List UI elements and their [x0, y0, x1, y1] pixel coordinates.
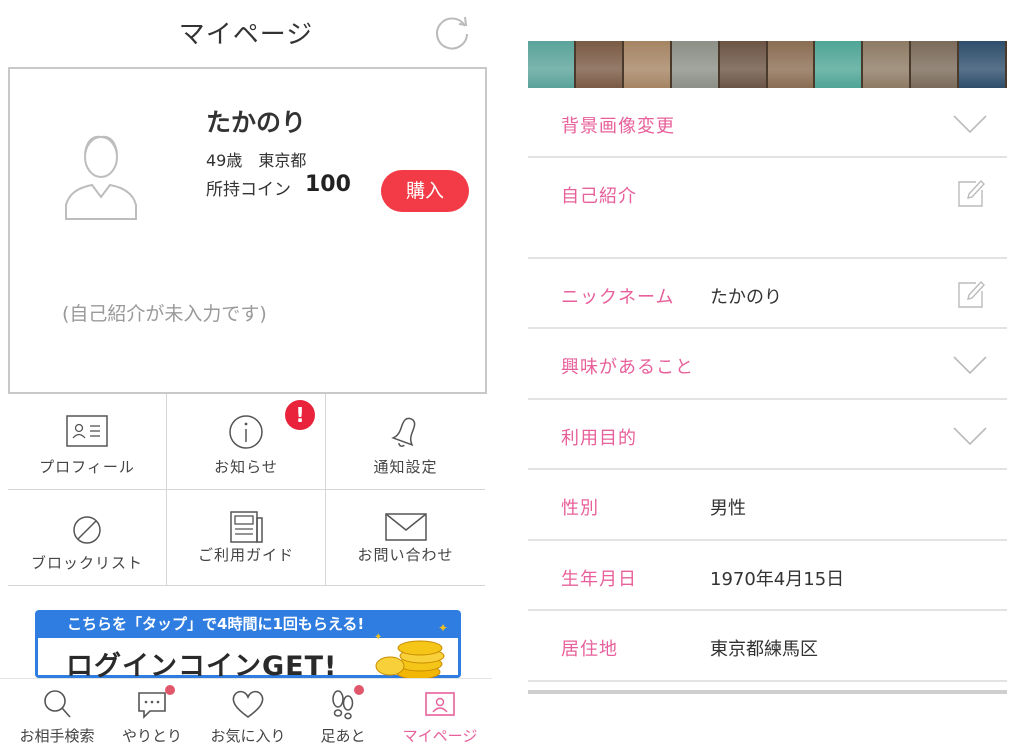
tab-label: やりとり: [121, 727, 182, 745]
profile-card: たかのり 49歳 東京都 所持コイン 100 購入 (自己紹介が未入力です): [8, 67, 487, 392]
banner-main-text: ログインコインGET!: [66, 651, 338, 678]
edit-icon[interactable]: [956, 178, 986, 208]
svg-text:✦: ✦: [438, 621, 448, 635]
tab-mypage[interactable]: マイページ: [391, 679, 489, 752]
row-gender: 性別 男性: [528, 470, 1007, 541]
chevron-down-icon[interactable]: [952, 424, 988, 448]
row-self-intro[interactable]: 自己紹介: [528, 158, 1007, 259]
age-area: 49歳 東京都: [206, 151, 307, 170]
coin-label: 所持コイン: [206, 180, 291, 200]
wood-plank: [767, 41, 816, 88]
row-background-image[interactable]: 背景画像変更: [528, 88, 1007, 158]
tab-footprints[interactable]: 足あと: [294, 679, 392, 752]
menu-grid: プロフィール ! お知らせ 通知設定 ブロックリスト ご利用ガイド お問い合わせ: [8, 392, 487, 586]
row-birthday: 生年月日 1970年4月15日: [528, 541, 1007, 611]
tab-label: マイページ: [402, 727, 478, 745]
tab-favorites[interactable]: お気に入り: [199, 679, 297, 752]
notification-dot: [354, 685, 364, 695]
wood-plank: [575, 41, 624, 88]
row-value: 東京都練馬区: [710, 639, 818, 660]
row-label: 背景画像変更: [561, 116, 675, 137]
row-label: 居住地: [561, 639, 618, 660]
chevron-down-icon[interactable]: [952, 112, 988, 136]
menu-label: プロフィール: [39, 458, 135, 476]
coin-stack-icon: ✦ ✦: [374, 621, 448, 678]
row-label: 生年月日: [561, 569, 637, 590]
wood-plank: [719, 41, 768, 88]
mypage-screen: マイページ たかのり 49歳 東京都 所持コイン 100 購入 (自己紹介が未入…: [0, 0, 492, 752]
row-value: たかのり: [710, 287, 782, 308]
row-value: 1970年4月15日: [710, 569, 845, 590]
edit-icon[interactable]: [956, 279, 986, 309]
menu-label: お知らせ: [214, 458, 278, 476]
profile-card-icon: [66, 415, 108, 447]
menu-label: ブロックリスト: [30, 554, 143, 572]
mypage-icon: [425, 692, 455, 716]
menu-label: お問い合わせ: [357, 546, 454, 564]
banner-main: ログインコインGET! ✦ ✦: [35, 621, 461, 678]
coin-value: 100: [305, 172, 351, 197]
row-label: 自己紹介: [561, 186, 637, 207]
guide-icon: [230, 511, 263, 543]
wood-plank: [815, 41, 864, 88]
bottom-tab-bar: お相手検索 やりとり お気に入り 足あと マイページ: [0, 678, 492, 752]
person-avatar-icon: [65, 135, 137, 220]
wood-plank: [911, 41, 960, 88]
nickname: たかのり: [206, 108, 307, 137]
menu-item-block-list[interactable]: ブロックリスト: [8, 490, 167, 586]
info-icon: [229, 415, 263, 449]
row-value: 男性: [710, 498, 746, 519]
menu-item-news[interactable]: ! お知らせ: [167, 394, 326, 490]
background-image: [528, 41, 1007, 88]
row-residence: 居住地 東京都練馬区: [528, 611, 1007, 682]
notification-dot: [165, 685, 175, 695]
row-label: 興味があること: [561, 357, 694, 378]
chevron-down-icon[interactable]: [952, 353, 988, 377]
heart-icon: [232, 690, 264, 718]
wood-plank: [671, 41, 720, 88]
search-icon: [44, 690, 71, 718]
buy-button[interactable]: 購入: [381, 170, 469, 212]
row-interests[interactable]: 興味があること: [528, 329, 1007, 400]
row-label: ニックネーム: [561, 287, 675, 308]
bell-icon: [390, 417, 415, 447]
tab-messages[interactable]: やりとり: [103, 679, 201, 752]
tab-label: お気に入り: [210, 727, 286, 745]
divider: [528, 690, 1007, 694]
wood-plank: [623, 41, 672, 88]
row-label: 利用目的: [561, 428, 637, 449]
menu-label: 通知設定: [373, 458, 438, 476]
menu-item-contact[interactable]: お問い合わせ: [326, 490, 485, 586]
intro-placeholder[interactable]: (自己紹介が未入力です): [62, 299, 267, 326]
tab-search[interactable]: お相手検索: [8, 679, 106, 752]
refresh-icon[interactable]: [432, 12, 472, 52]
login-coin-banner[interactable]: こちらを「タップ」で4時間に1回もらえる! ログインコインGET! ✦ ✦: [35, 610, 461, 678]
menu-label: ご利用ガイド: [197, 546, 294, 564]
wood-plank: [863, 41, 912, 88]
row-nickname[interactable]: ニックネーム たかのり: [528, 259, 1007, 329]
alert-badge: !: [285, 400, 315, 430]
profile-edit-screen: 背景画像変更 自己紹介 ニックネーム たかのり 興味があること 利用目的 性別 …: [528, 0, 1007, 752]
menu-item-guide[interactable]: ご利用ガイド: [167, 490, 326, 586]
row-label: 性別: [561, 498, 599, 519]
tab-label: お相手検索: [19, 727, 95, 745]
mail-icon: [384, 513, 427, 541]
tab-label: 足あと: [320, 727, 366, 745]
wood-plank: [528, 41, 576, 88]
wood-plank: [959, 41, 1007, 88]
block-icon: [73, 516, 101, 544]
svg-text:✦: ✦: [374, 632, 382, 643]
menu-item-profile[interactable]: プロフィール: [8, 394, 167, 490]
page-title: マイページ: [178, 20, 314, 50]
row-purpose[interactable]: 利用目的: [528, 400, 1007, 470]
menu-item-notification-settings[interactable]: 通知設定: [326, 394, 485, 490]
